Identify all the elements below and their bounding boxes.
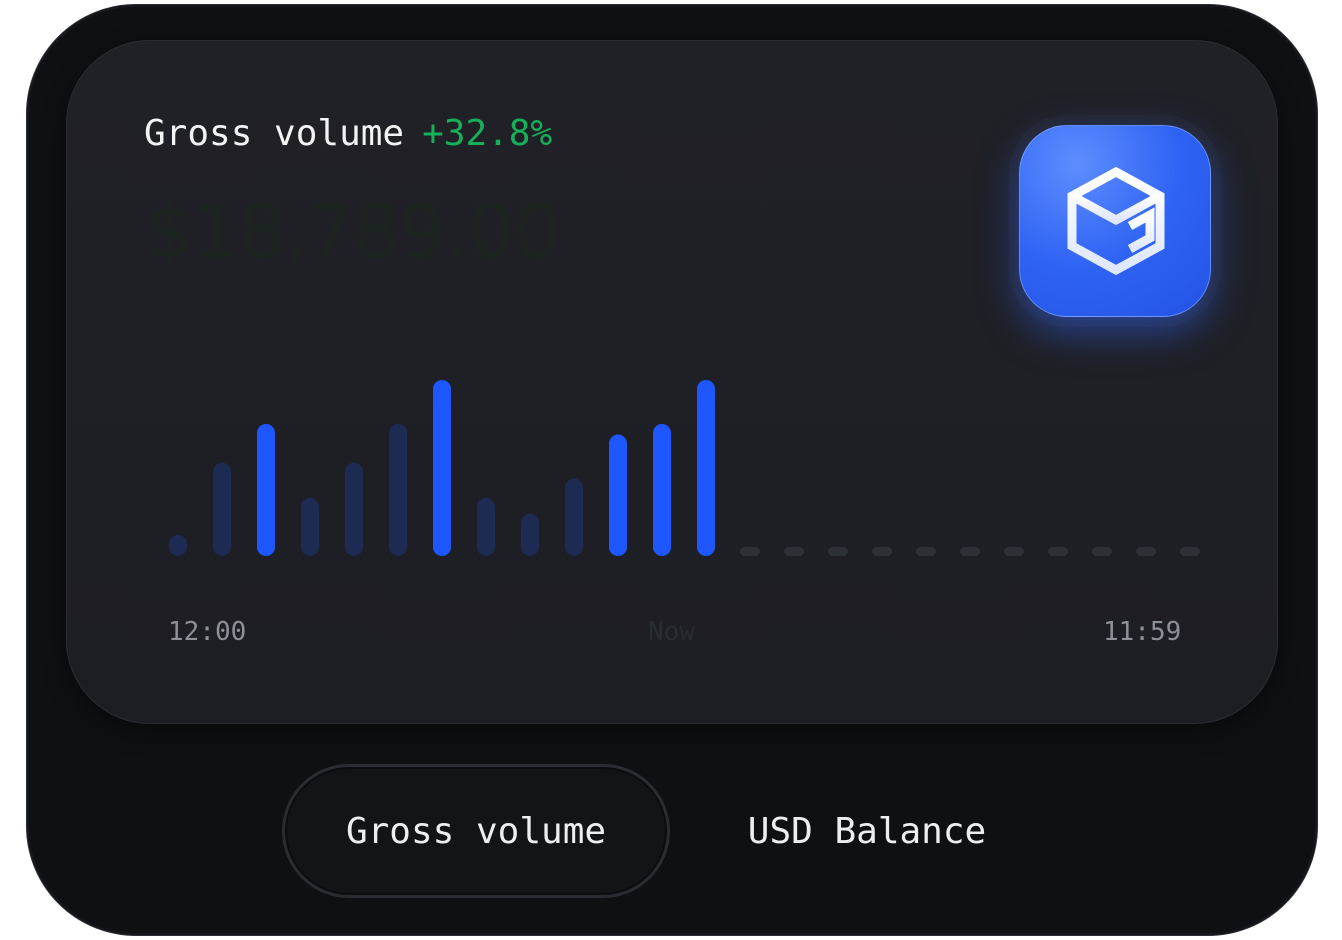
chart-bar: [345, 462, 363, 556]
chart-placeholder-slot: [1004, 547, 1024, 556]
tab-usd-balance-label: USD Balance: [747, 810, 987, 852]
chart-bar: [609, 434, 627, 556]
chart-bar: [433, 380, 451, 556]
chart-placeholder-slot: [916, 547, 936, 556]
axis-now-label: Now: [648, 617, 695, 647]
card-title: Gross volume: [144, 113, 405, 154]
cube-logo-icon: [1019, 125, 1211, 317]
chart-bar: [565, 478, 583, 556]
tab-gross-volume[interactable]: Gross volume: [282, 764, 670, 898]
chart-placeholder-slot: [784, 547, 804, 556]
axis-end-label: 11:59: [1103, 617, 1182, 647]
volume-bar-chart: [169, 380, 1200, 556]
change-badge: +32.8%: [422, 113, 553, 154]
chart-placeholder-slot: [740, 547, 760, 556]
chart-bar: [389, 424, 407, 556]
chart-placeholder-slot: [1048, 547, 1068, 556]
gross-volume-amount: $18,789.00: [146, 189, 561, 275]
chart-placeholder-slot: [1092, 547, 1112, 556]
chart-placeholder-slot: [872, 547, 892, 556]
chart-placeholder-slot: [828, 547, 848, 556]
chart-bar: [257, 424, 275, 556]
card-title-row: Gross volume +32.8%: [144, 110, 552, 158]
chart-placeholder-slot: [960, 547, 980, 556]
chart-bar: [169, 534, 187, 556]
tab-usd-balance[interactable]: USD Balance: [712, 764, 1022, 898]
tab-gross-volume-label: Gross volume: [345, 810, 607, 852]
chart-bar: [301, 497, 319, 556]
chart-bar: [521, 513, 539, 556]
cube-logo-icon-graphic: [1067, 166, 1165, 276]
chart-bar: [477, 497, 495, 556]
chart-bar: [213, 462, 231, 556]
chart-placeholder-slot: [1180, 547, 1200, 556]
axis-start-label: 12:00: [168, 617, 247, 647]
chart-bar: [697, 380, 715, 556]
chart-bar: [653, 424, 671, 556]
chart-placeholder-slot: [1136, 547, 1156, 556]
